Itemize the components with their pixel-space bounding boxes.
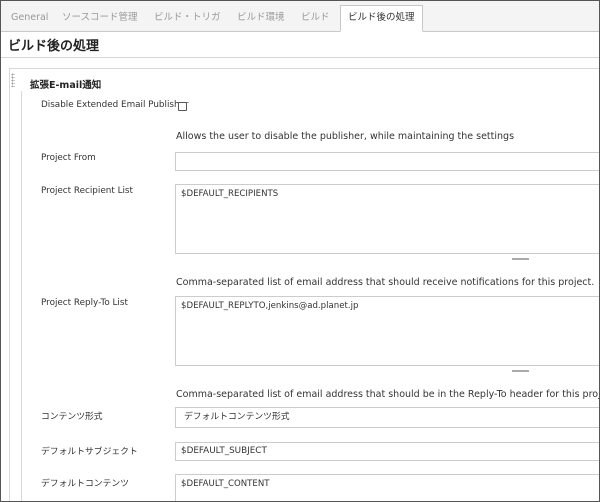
project-reply-to-list-label: Project Reply-To List [41, 298, 128, 308]
default-subject-label: デフォルトサブジェクト [41, 447, 138, 457]
project-from-input[interactable] [175, 152, 599, 171]
project-recipient-list-help: Comma-separated list of email address th… [176, 277, 595, 288]
tab-build[interactable]: ビルド [301, 7, 330, 31]
default-content-textarea[interactable]: $DEFAULT_CONTENT [175, 474, 599, 501]
project-recipient-list-textarea[interactable]: $DEFAULT_RECIPIENTS [175, 184, 599, 254]
textarea-resize-handle[interactable] [512, 258, 529, 260]
block-divider [21, 91, 22, 501]
content-type-select[interactable]: デフォルトコンテンツ形式 [175, 407, 599, 428]
tab-build-triggers[interactable]: ビルド・トリガ [154, 7, 221, 31]
tab-post-build-actions[interactable]: ビルド後の処理 [340, 5, 423, 32]
disable-publisher-help: Allows the user to disable the publisher… [176, 131, 515, 142]
default-subject-input[interactable]: $DEFAULT_SUBJECT [175, 442, 599, 461]
section-title: ビルド後の処理 [8, 39, 100, 54]
disable-publisher-checkbox[interactable] [178, 102, 187, 111]
drag-handle-icon[interactable] [11, 73, 15, 87]
project-reply-to-list-textarea[interactable]: $DEFAULT_REPLYTO,jenkins@ad.planet.jp [175, 296, 599, 366]
disable-publisher-label: Disable Extended Email Publisher [41, 100, 189, 110]
content-type-label: コンテンツ形式 [41, 412, 103, 422]
project-reply-to-list-help: Comma-separated list of email address th… [176, 389, 600, 400]
tab-build-environment[interactable]: ビルド環境 [237, 7, 285, 31]
textarea-resize-handle[interactable] [512, 370, 529, 372]
default-content-label: デフォルトコンテンツ [41, 479, 129, 489]
project-recipient-list-label: Project Recipient List [41, 186, 133, 196]
tab-source-code-management[interactable]: ソースコード管理 [62, 7, 138, 31]
config-panel: General ソースコード管理 ビルド・トリガ ビルド環境 ビルド ビルド後の… [0, 0, 600, 502]
tab-general[interactable]: General [11, 7, 48, 31]
section-divider [1, 57, 599, 58]
config-tabbar: General ソースコード管理 ビルド・トリガ ビルド環境 ビルド ビルド後の… [1, 1, 599, 32]
project-from-label: Project From [41, 153, 96, 163]
extended-email-block-title: 拡張E-mail通知 [30, 80, 102, 91]
